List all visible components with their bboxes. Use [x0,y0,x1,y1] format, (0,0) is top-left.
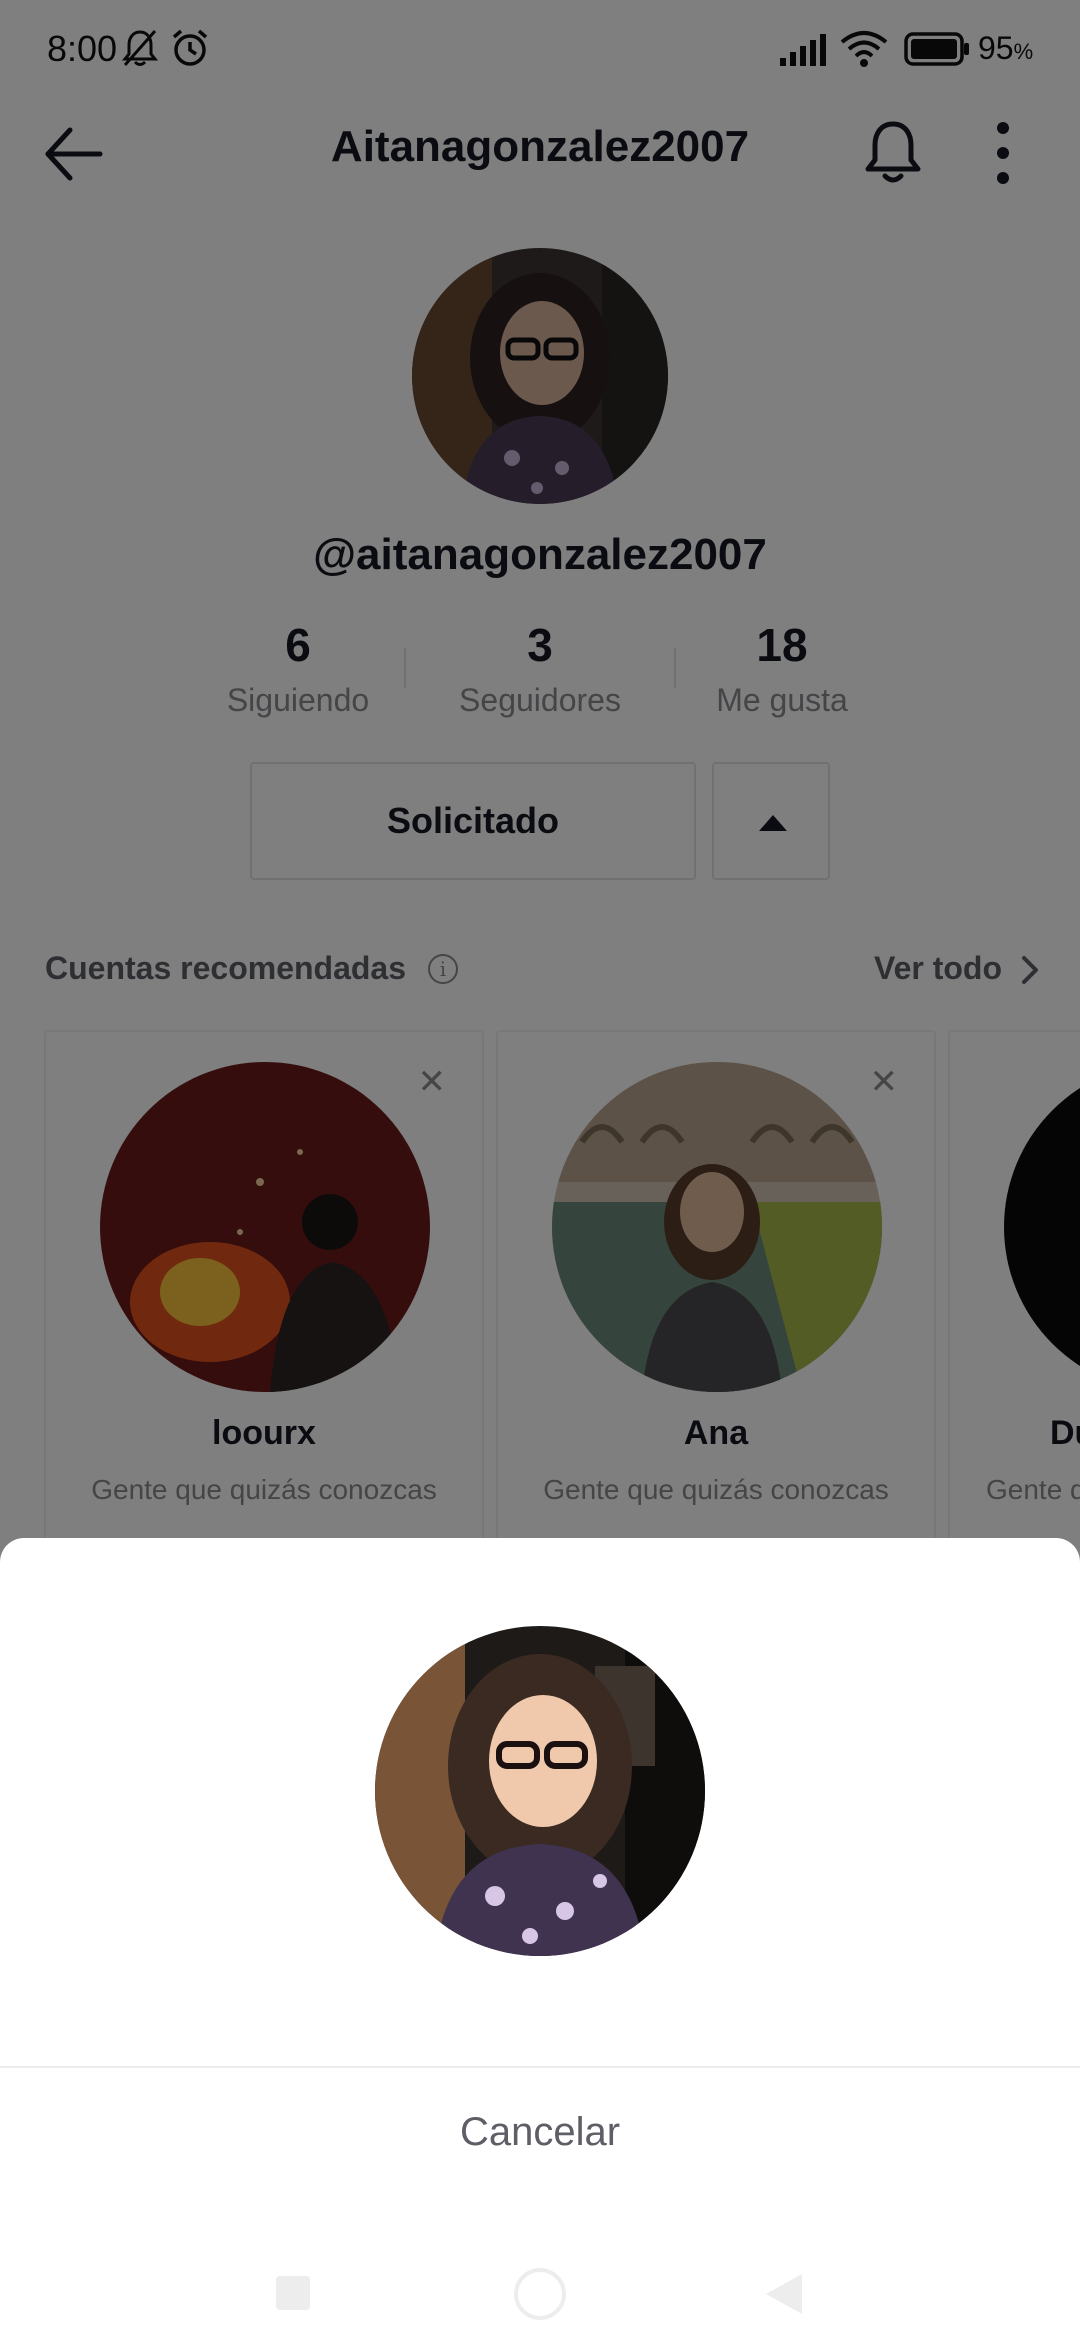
home-icon[interactable] [514,2268,566,2320]
system-back-icon[interactable] [766,2274,802,2314]
sheet-divider [0,2066,1080,2068]
cancel-button[interactable]: Cancelar [0,2110,1080,2155]
sheet-avatar-preview [375,1626,705,1956]
recents-icon[interactable] [276,2276,310,2310]
system-nav-bar [0,2250,1080,2340]
avatar-bottom-sheet: Cancelar [0,1538,1080,2340]
